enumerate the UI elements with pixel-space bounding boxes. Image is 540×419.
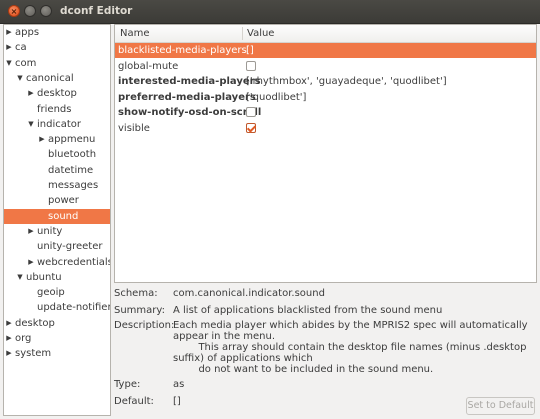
column-header-name[interactable]: Name <box>120 25 150 42</box>
triangle-right-icon[interactable]: ▶ <box>27 86 35 101</box>
schema-value: com.canonical.indicator.sound <box>173 288 325 299</box>
key-name: blacklisted-media-players <box>118 45 247 56</box>
tree-node-label: indicator <box>37 118 82 130</box>
tree-node-org[interactable]: ▶ org <box>4 331 110 346</box>
tree-node-label: webcredentials <box>37 256 111 268</box>
summary-value: A list of applications blacklisted from … <box>173 305 443 316</box>
tree-node-ca[interactable]: ▶ ca <box>4 40 110 55</box>
window-title: dconf Editor <box>60 5 133 17</box>
triangle-right-icon[interactable]: ▶ <box>5 331 13 346</box>
tree-node-system[interactable]: ▶ system <box>4 346 110 361</box>
table-row[interactable]: preferred-media-players ['quodlibet'] <box>115 90 536 105</box>
triangle-right-icon[interactable]: ▶ <box>27 255 35 270</box>
tree-node-label: org <box>15 333 32 344</box>
tree-node-label: unity <box>37 225 63 237</box>
tree-node-label: desktop <box>37 88 77 100</box>
tree-node-com[interactable]: ▼ com <box>4 56 110 71</box>
tree-node-power[interactable]: power <box>4 193 110 208</box>
title-bar: × dconf Editor <box>0 0 540 24</box>
table-header: Name Value <box>115 25 536 43</box>
tree-node-apps[interactable]: ▶ apps <box>4 25 110 40</box>
maximize-icon[interactable] <box>40 5 52 17</box>
triangle-right-icon[interactable]: ▶ <box>5 25 13 40</box>
tree-node-canonical[interactable]: ▼ canonical <box>4 71 110 86</box>
default-value: [] <box>173 396 181 407</box>
tree-node-label: datetime <box>48 164 94 176</box>
tree-node-label: desktop <box>15 317 55 329</box>
close-icon[interactable]: × <box>8 5 20 17</box>
triangle-right-icon[interactable]: ▶ <box>27 224 35 239</box>
default-label: Default: <box>114 396 154 407</box>
key-name: show-notify-osd-on-scroll <box>118 107 262 118</box>
tree-node-label: sound <box>48 210 79 222</box>
tree-node-label: ubuntu <box>26 271 62 283</box>
table-row[interactable]: blacklisted-media-players[] <box>115 43 536 58</box>
triangle-down-icon[interactable]: ▼ <box>16 270 24 285</box>
tree-node-label: friends <box>37 103 72 115</box>
tree-node-ubuntu[interactable]: ▼ ubuntu <box>4 270 110 285</box>
tree-node-webcredentials[interactable]: ▶ webcredentials <box>4 255 110 270</box>
triangle-down-icon[interactable]: ▼ <box>5 56 13 71</box>
checked-checkbox[interactable] <box>246 122 256 133</box>
schema-tree[interactable]: ▶ apps ▶ ca ▼ com ▼ canonical ▶ desktop friends ▼ in… <box>3 24 111 416</box>
tree-node-label: com <box>15 57 37 69</box>
tree-node-label: ca <box>15 42 27 54</box>
tree-node-label: bluetooth <box>48 149 97 161</box>
tree-node-indicator[interactable]: ▼ indicator <box>4 117 110 132</box>
triangle-right-icon[interactable]: ▶ <box>5 40 13 55</box>
tree-node-label: update-notifier <box>37 302 111 314</box>
column-header-value[interactable]: Value <box>247 25 274 42</box>
tree-node-desktop[interactable]: ▶ desktop <box>4 86 110 101</box>
tree-node-bluetooth[interactable]: bluetooth <box>4 147 110 162</box>
key-name: global-mute <box>118 60 179 72</box>
key-name: visible <box>118 122 150 134</box>
summary-label: Summary: <box>114 305 165 316</box>
tree-node-unity-greeter[interactable]: unity-greeter <box>4 239 110 254</box>
tree-node-label: power <box>48 195 79 207</box>
tree-node-sound[interactable]: sound <box>4 208 110 224</box>
table-row[interactable]: show-notify-osd-on-scroll <box>115 105 536 120</box>
tree-node-label: canonical <box>26 72 74 84</box>
key-value[interactable]: ['rhythmbox', 'guayadeque', 'quodlibet'] <box>246 74 447 89</box>
type-value: as <box>173 379 185 390</box>
triangle-right-icon[interactable]: ▶ <box>5 316 13 331</box>
tree-node-label: appmenu <box>48 134 96 146</box>
triangle-down-icon[interactable]: ▼ <box>16 71 24 86</box>
minimize-icon[interactable] <box>24 5 36 17</box>
tree-node-datetime[interactable]: datetime <box>4 163 110 178</box>
unchecked-checkbox[interactable] <box>246 107 256 117</box>
tree-node-label: messages <box>48 180 99 191</box>
tree-node-messages[interactable]: messages <box>4 178 110 193</box>
dconf-editor-window: × dconf Editor ▶ apps ▶ ca ▼ com ▼ canonical ▶ de… <box>0 0 540 419</box>
schema-label: Schema: <box>114 288 158 299</box>
tree-node-appmenu[interactable]: ▶ appmenu <box>4 132 110 147</box>
tree-node-label: apps <box>15 27 40 38</box>
table-row[interactable]: visible <box>115 121 536 136</box>
keys-table[interactable]: Name Value blacklisted-media-players[] gl… <box>114 24 537 283</box>
unchecked-checkbox[interactable] <box>246 60 256 71</box>
tree-node-geoip[interactable]: geoip <box>4 285 110 300</box>
triangle-down-icon[interactable]: ▼ <box>27 117 35 132</box>
triangle-right-icon[interactable]: ▶ <box>38 132 46 147</box>
tree-node-update-notifier[interactable]: update-notifier <box>4 300 110 315</box>
description-label: Description: <box>114 320 175 331</box>
table-row[interactable]: interested-media-players ['rhythmbox', 'g… <box>115 74 536 89</box>
table-row[interactable]: global-mute <box>115 59 536 74</box>
key-value[interactable]: ['quodlibet'] <box>246 90 306 105</box>
set-to-default-button[interactable]: Set to Default <box>466 397 535 415</box>
description-value: Each media player which abides by the MP… <box>173 320 528 375</box>
tree-node-friends[interactable]: friends <box>4 102 110 117</box>
column-separator <box>242 27 243 40</box>
key-name: interested-media-players <box>118 76 261 87</box>
tree-node-label: system <box>15 348 52 360</box>
tree-node-desktop[interactable]: ▶ desktop <box>4 316 110 331</box>
tree-node-label: unity-greeter <box>37 241 103 253</box>
key-name: preferred-media-players <box>118 91 256 103</box>
tree-node-label: geoip <box>37 287 65 299</box>
key-value[interactable]: [] <box>246 43 254 58</box>
triangle-right-icon[interactable]: ▶ <box>5 346 13 361</box>
type-label: Type: <box>114 379 141 390</box>
tree-node-unity[interactable]: ▶ unity <box>4 224 110 239</box>
